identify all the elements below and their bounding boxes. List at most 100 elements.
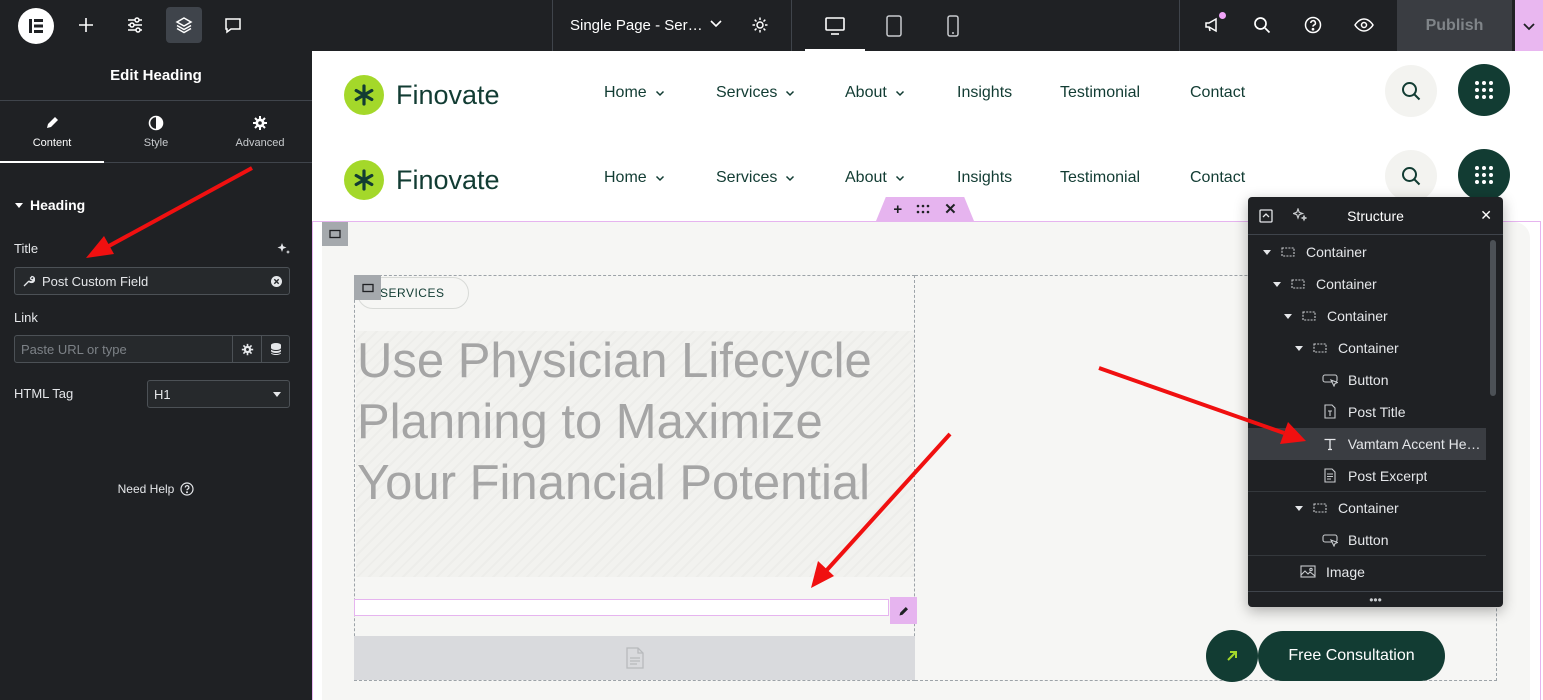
nav-item-contact[interactable]: Contact [1190,169,1245,187]
whats-new-megaphone-icon[interactable] [1195,7,1231,43]
nav-label: Testimonial [1060,169,1141,186]
tree-item-container[interactable]: Container [1248,236,1486,268]
nav-item-contact[interactable]: Contact [1190,84,1245,102]
caret-down-icon[interactable] [1283,311,1293,321]
structure-panel: Structure ✕ Container Container Containe… [1248,197,1503,607]
post-title-heading[interactable]: Use Physician Lifecycle Planning to Maxi… [357,331,917,514]
heading-icon [1322,437,1338,451]
edit-widget-pencil-icon[interactable] [890,597,917,624]
chevron-down-icon[interactable] [708,15,724,36]
link-options-gear-icon[interactable] [232,335,262,363]
section-toggle-heading[interactable]: Heading [14,197,85,213]
drag-handle-icon[interactable] [916,201,930,218]
asterisk-logo-icon [344,160,384,200]
post-excerpt-placeholder[interactable] [354,636,915,680]
publish-options-chevron-icon[interactable] [1515,0,1543,51]
site-search-button[interactable] [1385,150,1437,202]
publish-button[interactable]: Publish [1397,0,1512,51]
clear-dynamic-icon[interactable] [270,275,283,288]
tab-content[interactable]: Content [0,101,104,163]
nav-label: Services [716,169,778,186]
tree-item-container[interactable]: Container [1248,332,1486,364]
nav-item-services[interactable]: Services [716,169,797,187]
grid-dots-icon [1475,166,1493,184]
structure-scrollbar[interactable] [1490,240,1496,396]
cta-arrow-button[interactable] [1206,630,1258,682]
container-handle-icon[interactable] [322,222,348,246]
site-settings-icon[interactable] [117,7,153,43]
preview-eye-icon[interactable] [1346,7,1382,43]
delete-section-icon[interactable]: ✕ [944,200,957,218]
help-icon[interactable] [1295,7,1331,43]
mobile-view-icon[interactable] [923,0,983,51]
container-handle-icon[interactable] [354,275,381,300]
accent-heading-widget[interactable] [354,599,889,616]
nav-item-insights[interactable]: Insights [957,169,1012,187]
tree-item-accent-heading[interactable]: Vamtam Accent Hea… [1248,428,1486,460]
nav-item-about[interactable]: About [845,84,907,102]
nav-item-home[interactable]: Home [604,84,667,102]
page-settings-gear-icon[interactable] [742,7,778,43]
tree-item-post-title[interactable]: Post Title [1248,396,1486,428]
caret-down-icon [273,392,281,397]
button-icon [1322,533,1338,547]
caret-down-icon[interactable] [1272,279,1282,289]
nav-item-testimonial[interactable]: Testimonial [1060,169,1140,187]
html-tag-select[interactable]: H1 [147,380,290,408]
nav-label: About [845,169,887,186]
brand-name: Finovate [396,79,500,110]
nav-label: Contact [1190,84,1246,101]
html-tag-label: HTML Tag [14,386,74,401]
document-title[interactable]: Single Page - Ser… [570,17,703,34]
caret-down-icon [15,203,23,208]
menu-grid-button[interactable] [1458,64,1510,116]
desktop-view-icon[interactable] [805,0,865,51]
caret-down-icon[interactable] [1262,247,1272,257]
free-consultation-button[interactable]: Free Consultation [1258,631,1445,681]
tab-style[interactable]: Style [104,101,208,162]
comments-icon[interactable] [215,7,251,43]
structure-layers-icon[interactable] [166,7,202,43]
tree-item-button[interactable]: Button [1248,364,1486,396]
site-search-button[interactable] [1385,65,1437,117]
title-field[interactable]: Post Custom Field [14,267,290,295]
tree-item-container[interactable]: Container [1248,300,1486,332]
tree-item-image[interactable]: Image [1248,556,1486,588]
chevron-down-icon [655,175,664,182]
nav-item-testimonial[interactable]: Testimonial [1060,84,1140,102]
tree-item-container[interactable]: Container [1248,492,1486,524]
add-element-icon[interactable] [68,7,104,43]
menu-grid-button[interactable] [1458,149,1510,201]
search-icon [1402,82,1421,101]
nav-label: About [845,84,887,101]
tree-item-post-excerpt[interactable]: Post Excerpt [1248,460,1486,492]
elementor-logo-icon[interactable] [18,8,54,44]
tree-item-container[interactable]: Container [1248,268,1486,300]
site-logo[interactable]: Finovate [344,160,500,200]
search-icon[interactable] [1244,7,1280,43]
chevron-down-icon [786,175,795,182]
dynamic-tags-database-icon[interactable] [261,335,290,363]
edit-panel: Edit Heading Content Style Advanced Head… [0,51,312,700]
wrench-icon [23,275,35,287]
panel-tabs: Content Style Advanced [0,101,312,163]
add-section-icon[interactable]: + [893,201,902,218]
section-handle-bar: + ✕ [876,197,974,221]
arrow-up-right-icon [1227,651,1237,661]
ai-sparkle-icon[interactable] [277,242,291,261]
nav-item-insights[interactable]: Insights [957,84,1012,102]
tab-advanced[interactable]: Advanced [208,101,312,162]
caret-down-icon[interactable] [1294,503,1304,513]
tree-item-label: Post Excerpt [1348,467,1428,484]
caret-down-icon[interactable] [1294,343,1304,353]
link-input[interactable]: Paste URL or type [14,335,233,363]
close-icon[interactable]: ✕ [1480,207,1492,224]
tablet-view-icon[interactable] [864,0,924,51]
nav-item-about[interactable]: About [845,169,907,187]
nav-item-home[interactable]: Home [604,169,667,187]
nav-item-services[interactable]: Services [716,84,797,102]
site-logo[interactable]: Finovate [344,75,500,115]
need-help-link[interactable]: Need Help [0,482,312,496]
tree-item-button[interactable]: Button [1248,524,1486,556]
structure-resize-handle[interactable]: ••• [1248,591,1503,607]
